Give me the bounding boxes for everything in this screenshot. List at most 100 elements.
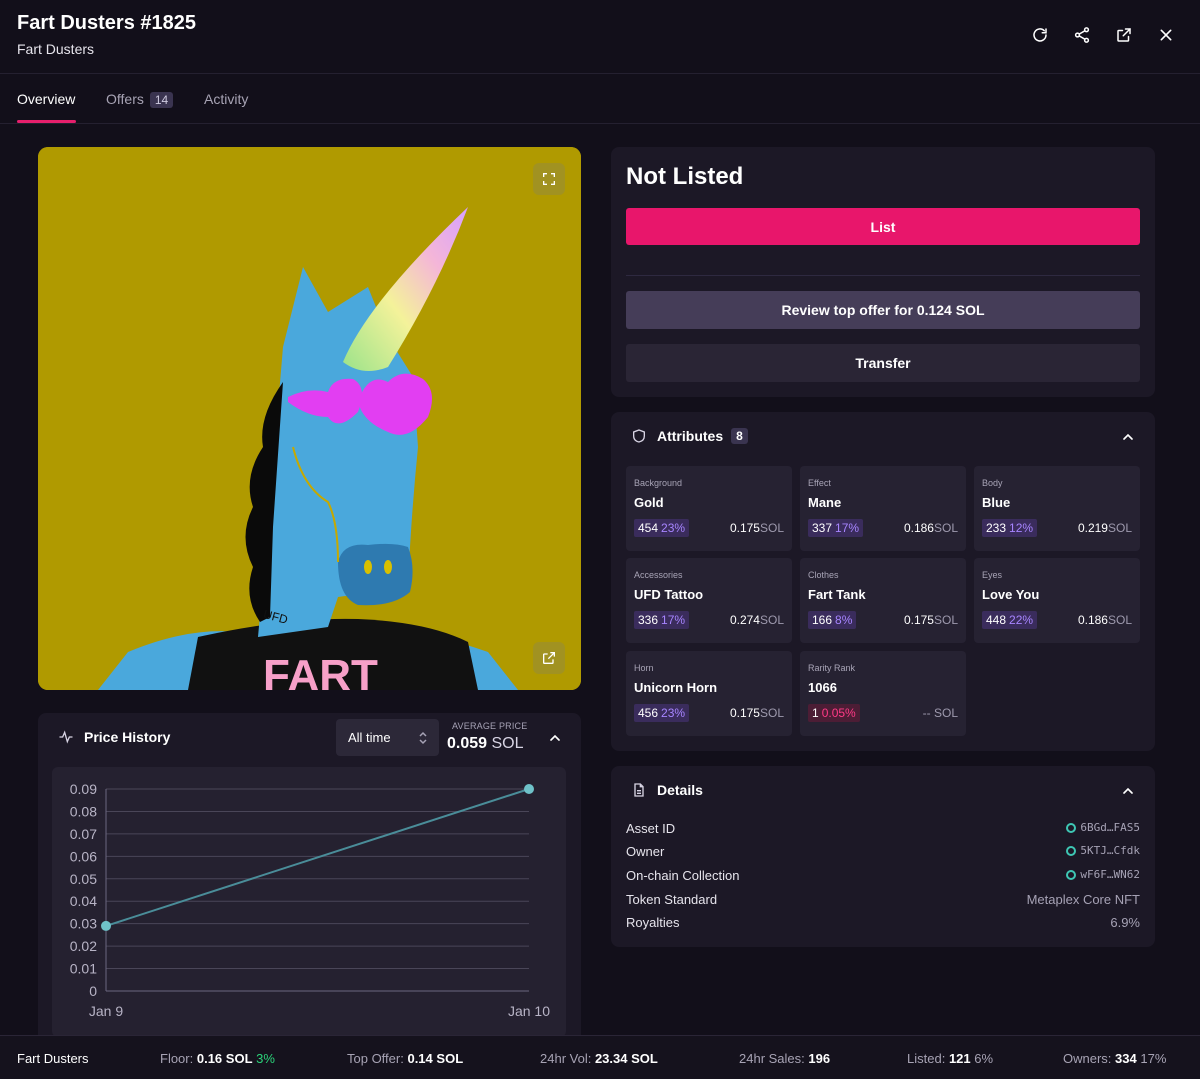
transfer-button[interactable]: Transfer — [626, 344, 1140, 382]
chevron-up-icon[interactable] — [547, 730, 563, 746]
footer-owners-label: Owners: — [1063, 1051, 1112, 1066]
attribute-price-unit: SOL — [1107, 521, 1132, 535]
tab-bar: Overview Offers 14 Activity — [0, 75, 1200, 124]
attribute-value: 1066 — [808, 680, 837, 695]
detail-value: Metaplex Core NFT — [1026, 892, 1140, 907]
attribute-type: Rarity Rank — [808, 663, 856, 673]
price-chart: 0 0.01 0.02 0.03 0.04 0.05 0.06 0.07 0.08 0.09 Jan… — [52, 767, 566, 1037]
attribute-price-unit: SOL — [933, 706, 958, 720]
y-tick-label: 0.09 — [70, 781, 97, 797]
attribute-count: 448 22% — [982, 611, 1038, 629]
close-icon[interactable] — [1154, 23, 1178, 47]
attribute-price-unit: SOL — [759, 521, 784, 535]
average-price-label: AVERAGE PRICE — [452, 721, 528, 731]
attribute-price-unit: SOL — [1107, 613, 1132, 627]
open-image-button[interactable] — [533, 642, 565, 674]
collection-link[interactable]: Fart Dusters — [17, 41, 94, 57]
x-tick-label: Jan 9 — [89, 1003, 123, 1019]
footer-listed-pct: 6% — [974, 1051, 994, 1066]
attribute-count: 336 17% — [634, 611, 690, 629]
refresh-icon[interactable] — [1028, 23, 1052, 47]
footer-floor-label: Floor: — [160, 1051, 194, 1066]
external-link-icon[interactable] — [1112, 23, 1136, 47]
average-price-value: 0.059 — [447, 735, 488, 752]
attribute-card-background[interactable]: Background Gold 454 23% 0.175SOL — [626, 466, 792, 551]
detail-value-link[interactable]: 5KTJ…Cfdk — [1066, 844, 1140, 857]
price-point — [524, 784, 534, 794]
attribute-card-clothes[interactable]: Clothes Fart Tank 166 8% 0.175SOL — [800, 558, 966, 643]
chevron-up-icon[interactable] — [1120, 783, 1136, 799]
attribute-floor-price: 0.219SOL — [1078, 521, 1132, 535]
attribute-value: Gold — [634, 495, 664, 510]
price-point — [101, 920, 111, 931]
price-history-title: Price History — [84, 729, 171, 745]
link-dot-icon — [1066, 845, 1077, 856]
attribute-floor-price: 0.175SOL — [730, 706, 784, 720]
detail-value-link[interactable]: wF6F…WN62 — [1066, 868, 1140, 881]
attribute-card-accessories[interactable]: Accessories UFD Tattoo 336 17% 0.274SOL — [626, 558, 792, 643]
x-tick-label: Jan 10 — [508, 1003, 550, 1019]
attribute-card-effect[interactable]: Effect Mane 337 17% 0.186SOL — [800, 466, 966, 551]
attribute-count: 233 12% — [982, 519, 1038, 537]
attribute-value: Unicorn Horn — [634, 680, 718, 695]
footer-volume-unit: SOL — [631, 1051, 658, 1066]
footer-floor-unit: SOL — [225, 1051, 253, 1066]
attribute-card-horn[interactable]: Horn Unicorn Horn 456 23% 0.175SOL — [626, 651, 792, 736]
attribute-value: Blue — [982, 495, 1011, 510]
attribute-percent: 23% — [661, 521, 686, 535]
attributes-header[interactable]: Attributes 8 — [631, 428, 748, 444]
attribute-floor-price: 0.186SOL — [904, 521, 958, 535]
tab-overview[interactable]: Overview — [17, 91, 75, 107]
detail-key: Royalties — [626, 915, 680, 930]
time-range-select[interactable]: All time — [336, 719, 439, 756]
review-offer-button[interactable]: Review top offer for 0.124 SOL — [626, 291, 1140, 329]
attribute-count-number: 448 — [986, 613, 1007, 627]
share-icon[interactable] — [1070, 23, 1094, 47]
footer-owners-value: 334 — [1115, 1051, 1137, 1066]
attribute-count-number: 456 — [638, 706, 659, 720]
attribute-value: UFD Tattoo — [634, 587, 704, 602]
attribute-card-body[interactable]: Body Blue 233 12% 0.219SOL — [974, 466, 1140, 551]
attribute-price-unit: SOL — [759, 613, 784, 627]
details-header[interactable]: Details — [631, 782, 703, 798]
attribute-floor-price: 0.274SOL — [730, 613, 784, 627]
attribute-percent: 12% — [1009, 521, 1034, 535]
y-tick-label: 0 — [89, 983, 97, 999]
attribute-count-number: 166 — [812, 613, 833, 627]
attribute-card-rarity-rank[interactable]: Rarity Rank 1066 1 0.05% -- SOL — [800, 651, 966, 736]
attribute-type: Eyes — [982, 570, 1003, 580]
header-actions — [1028, 23, 1178, 47]
header: Fart Dusters #1825 Fart Dusters — [0, 0, 1200, 74]
detail-value: wF6F…WN62 — [1080, 868, 1140, 881]
updown-chevron-icon — [419, 731, 427, 745]
attribute-card-eyes[interactable]: Eyes Love You 448 22% 0.186SOL — [974, 558, 1140, 643]
tab-activity[interactable]: Activity — [204, 91, 248, 107]
attribute-percent: 0.05% — [821, 706, 856, 720]
detail-value-link[interactable]: 6BGd…FAS5 — [1066, 821, 1140, 834]
average-price-unit: SOL — [491, 735, 524, 752]
y-tick-label: 0.05 — [70, 871, 97, 887]
list-button[interactable]: List — [626, 208, 1140, 245]
footer-owners-pct: 17% — [1140, 1051, 1167, 1066]
attribute-type: Background — [634, 478, 683, 488]
y-tick-label: 0.07 — [70, 826, 97, 842]
attribute-price-unit: SOL — [933, 521, 958, 535]
footer-listed: Listed: 121 6% — [907, 1051, 993, 1066]
attribute-price-value: 0.274 — [729, 613, 760, 627]
fullscreen-button[interactable] — [533, 163, 565, 195]
attribute-value: Mane — [808, 495, 842, 510]
attribute-percent: 8% — [835, 613, 853, 627]
shield-icon — [633, 429, 645, 443]
detail-key: On-chain Collection — [626, 868, 740, 883]
collection-stats-bar: Fart Dusters Floor: 0.16 SOL 3% Top Offe… — [0, 1035, 1200, 1079]
y-tick-label: 0.06 — [70, 848, 97, 864]
footer-collection-name[interactable]: Fart Dusters — [17, 1051, 89, 1066]
attribute-count-number: 233 — [986, 521, 1007, 535]
attribute-floor-price: 0.186SOL — [1078, 613, 1132, 627]
attribute-price-value: 0.186 — [1077, 613, 1108, 627]
attribute-count: 454 23% — [634, 519, 690, 537]
detail-value: 6BGd…FAS5 — [1080, 821, 1140, 834]
footer-top-offer-unit: SOL — [436, 1051, 464, 1066]
chevron-up-icon[interactable] — [1120, 429, 1136, 445]
tab-offers[interactable]: Offers 14 — [106, 91, 174, 108]
